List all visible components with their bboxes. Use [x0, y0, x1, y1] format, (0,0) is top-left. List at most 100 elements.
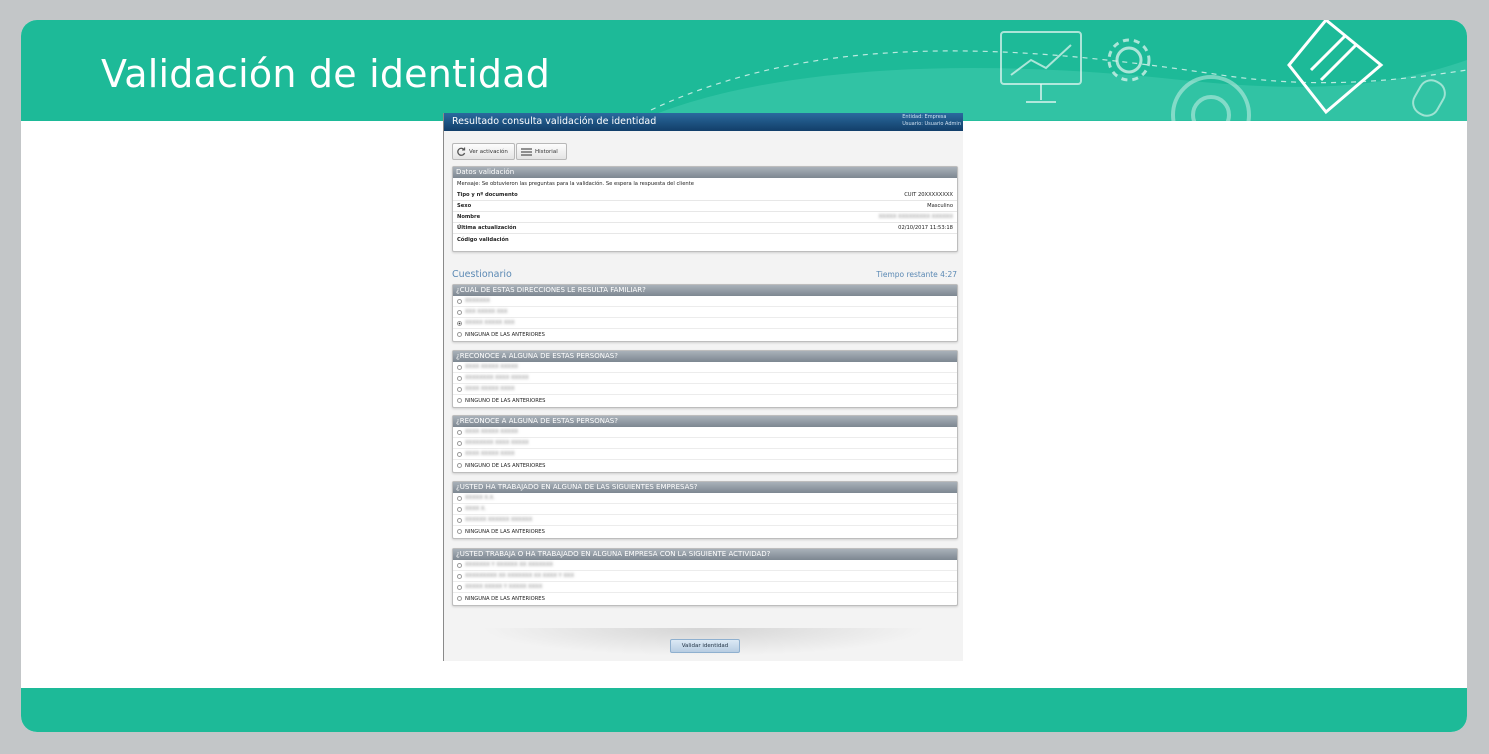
answer-label: NINGUNO DE LAS ANTERIORES: [465, 397, 546, 404]
answer-label: XXXX XXXXX XXXX: [465, 451, 515, 457]
data-row: Código validación: [453, 234, 957, 245]
data-row-label: Última actualización: [457, 225, 517, 231]
radio-button[interactable]: [457, 463, 462, 468]
radio-button[interactable]: [457, 429, 462, 435]
answer-option[interactable]: NINGUNO DE LAS ANTERIORES: [453, 395, 957, 406]
data-row-value: CUIT 20XXXXXXXX: [904, 192, 953, 198]
radio-button[interactable]: [457, 495, 462, 501]
answer-label: XXXXXXXX XXXX XXXXX: [465, 440, 529, 446]
gear-icon: [1107, 38, 1151, 82]
answer-label: XXXX XXXXX XXXXX: [465, 364, 519, 370]
radio-button[interactable]: [457, 451, 462, 457]
radio-button[interactable]: [457, 364, 462, 370]
mensaje-row: Mensaje: Se obtuvieron las preguntas par…: [453, 178, 957, 190]
answer-label: NINGUNA DE LAS ANTERIORES: [465, 595, 545, 602]
answer-option[interactable]: XXXXX XXXXX XXX: [453, 318, 957, 329]
answer-option[interactable]: XXXXXXXX XXXX XXXXX: [453, 438, 957, 449]
radio-button[interactable]: [457, 529, 462, 534]
question-panel: ¿RECONOCE A ALGUNA DE ESTAS PERSONAS? XX…: [452, 350, 958, 408]
answer-option[interactable]: NINGUNA DE LAS ANTERIORES: [453, 329, 957, 340]
data-row: Nombre XXXXX XXXXXXXXX XXXXXX: [453, 212, 957, 223]
slide-title: Validación de identidad: [101, 52, 551, 96]
radio-button[interactable]: [457, 386, 462, 392]
answer-label: XXXXXXX Y XXXXXX XX XXXXXXX: [465, 562, 553, 568]
tiempo-restante: Tiempo restante 4:27: [876, 270, 957, 279]
answer-option[interactable]: XXXX XXXXX XXXX: [453, 449, 957, 460]
radio-button[interactable]: [457, 298, 462, 304]
ver-activacion-button[interactable]: Ver activación: [452, 143, 515, 160]
answer-label: XXXX XXXXX XXXX: [465, 386, 515, 392]
answer-option[interactable]: XXXXX XXXXX Y XXXXX XXXX: [453, 582, 957, 593]
question-panel: ¿USTED HA TRABAJADO EN ALGUNA DE LAS SIG…: [452, 481, 958, 539]
answer-label: XXXX XXXXX XXXXX: [465, 429, 519, 435]
question-panel: ¿CUAL DE ESTAS DIRECCIONES LE RESULTA FA…: [452, 284, 958, 342]
answer-option[interactable]: NINGUNA DE LAS ANTERIORES: [453, 526, 957, 537]
radio-button[interactable]: [457, 517, 462, 523]
app-header: Resultado consulta validación de identid…: [444, 113, 963, 131]
data-row-label: Nombre: [457, 214, 481, 220]
answer-label: NINGUNA DE LAS ANTERIORES: [465, 528, 545, 535]
radio-button[interactable]: [457, 562, 462, 568]
radio-button[interactable]: [457, 573, 462, 579]
data-row-value: XXXXX XXXXXXXXX XXXXXX: [878, 214, 953, 220]
app-title: Resultado consulta validación de identid…: [452, 116, 657, 127]
question-header: ¿USTED HA TRABAJADO EN ALGUNA DE LAS SIG…: [453, 482, 957, 493]
answer-option[interactable]: XXXX XXXXX XXXX: [453, 384, 957, 395]
answer-option[interactable]: XXXX XXXXX XXXXX: [453, 362, 957, 373]
answer-label: XXXXXXX: [465, 298, 490, 304]
data-row-value: 02/10/2017 11:53:18: [898, 225, 953, 231]
answer-label: NINGUNA DE LAS ANTERIORES: [465, 331, 545, 338]
entity-label: Entidad: Empresa: [902, 114, 947, 120]
answer-option[interactable]: XXXXXX XXXXXX XXXXXX: [453, 515, 957, 526]
answer-label: XXXXX XXXXX XXX: [465, 320, 515, 326]
radio-button[interactable]: [457, 584, 462, 590]
answer-label: XXXXX X.X.: [465, 495, 495, 501]
radio-button-selected[interactable]: [457, 320, 462, 326]
datos-validacion-header: Datos validación: [453, 167, 957, 178]
answer-option[interactable]: XXXXXXXX XXXX XXXXX: [453, 373, 957, 384]
radio-button[interactable]: [457, 309, 462, 315]
radio-button[interactable]: [457, 398, 462, 403]
answer-option[interactable]: XXXXXXX Y XXXXXX XX XXXXXXX: [453, 560, 957, 571]
answer-label: XXXXXXXX XXXX XXXXX: [465, 375, 529, 381]
radio-button[interactable]: [457, 375, 462, 381]
answer-label: XXX XXXXX XXX: [465, 309, 508, 315]
answer-label: XXXX X.: [465, 506, 487, 512]
user-info: Entidad: Empresa Usuario: Usuario Admin: [902, 114, 961, 128]
answer-option[interactable]: XXXX XXXXX XXXXX: [453, 427, 957, 438]
data-row: Última actualización 02/10/2017 11:53:18: [453, 223, 957, 234]
answer-option[interactable]: NINGUNO DE LAS ANTERIORES: [453, 460, 957, 471]
answer-option[interactable]: XXX XXXXX XXX: [453, 307, 957, 318]
mensaje-label: Mensaje:: [457, 181, 481, 187]
question-panel: ¿USTED TRABAJA O HA TRABAJADO EN ALGUNA …: [452, 548, 958, 606]
data-row-label: Sexo: [457, 203, 472, 209]
radio-button[interactable]: [457, 440, 462, 446]
data-row-value: Masculino: [927, 203, 953, 209]
mensaje-text: Se obtuvieron las preguntas para la vali…: [481, 181, 694, 187]
title-banner: Validación de identidad: [21, 20, 1467, 121]
radio-button[interactable]: [457, 596, 462, 601]
answer-label: XXXXXXXXX XX XXXXXXX XX XXXX Y XXX: [465, 573, 575, 579]
answer-label: XXXXXX XXXXXX XXXXXX: [465, 517, 533, 523]
datos-validacion-panel: Datos validación Mensaje: Se obtuvieron …: [452, 166, 958, 252]
answer-option[interactable]: XXXXXXX: [453, 296, 957, 307]
validar-identidad-button[interactable]: Validar identidad: [670, 639, 740, 653]
data-row-label: Tipo y nº documento: [457, 192, 518, 198]
user-label: Usuario: Usuario Admin: [902, 121, 961, 127]
question-header: ¿RECONOCE A ALGUNA DE ESTAS PERSONAS?: [453, 351, 957, 362]
answer-option[interactable]: XXXXXXXXX XX XXXXXXX XX XXXX Y XXX: [453, 571, 957, 582]
answer-option[interactable]: NINGUNA DE LAS ANTERIORES: [453, 593, 957, 604]
data-row-label: Código validación: [457, 236, 509, 243]
radio-button[interactable]: [457, 332, 462, 337]
list-icon: [521, 147, 532, 156]
answer-option[interactable]: XXXXX X.X.: [453, 493, 957, 504]
question-header: ¿RECONOCE A ALGUNA DE ESTAS PERSONAS?: [453, 416, 957, 427]
answer-option[interactable]: XXXX X.: [453, 504, 957, 515]
data-row: Tipo y nº documento CUIT 20XXXXXXXX: [453, 190, 957, 201]
cuestionario-title: Cuestionario: [452, 269, 512, 280]
ver-activacion-label: Ver activación: [469, 148, 508, 155]
radio-button[interactable]: [457, 506, 462, 512]
historial-label: Historial: [535, 148, 558, 155]
historial-button[interactable]: Historial: [516, 143, 567, 160]
question-header: ¿CUAL DE ESTAS DIRECCIONES LE RESULTA FA…: [453, 285, 957, 296]
